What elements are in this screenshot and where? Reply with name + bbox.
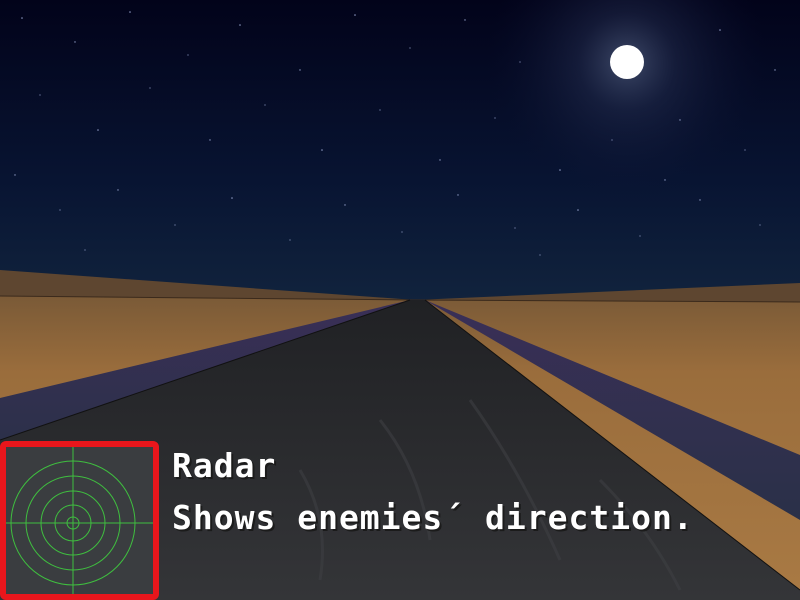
moon-glow	[400, 0, 800, 300]
radar-icon	[6, 447, 153, 594]
item-name: Radar	[172, 446, 277, 485]
moon-icon	[610, 45, 644, 79]
item-description: Shows enemies´ direction.	[172, 498, 694, 537]
game-scene: Radar Shows enemies´ direction.	[0, 0, 800, 600]
radar-item-highlight[interactable]	[0, 441, 159, 600]
